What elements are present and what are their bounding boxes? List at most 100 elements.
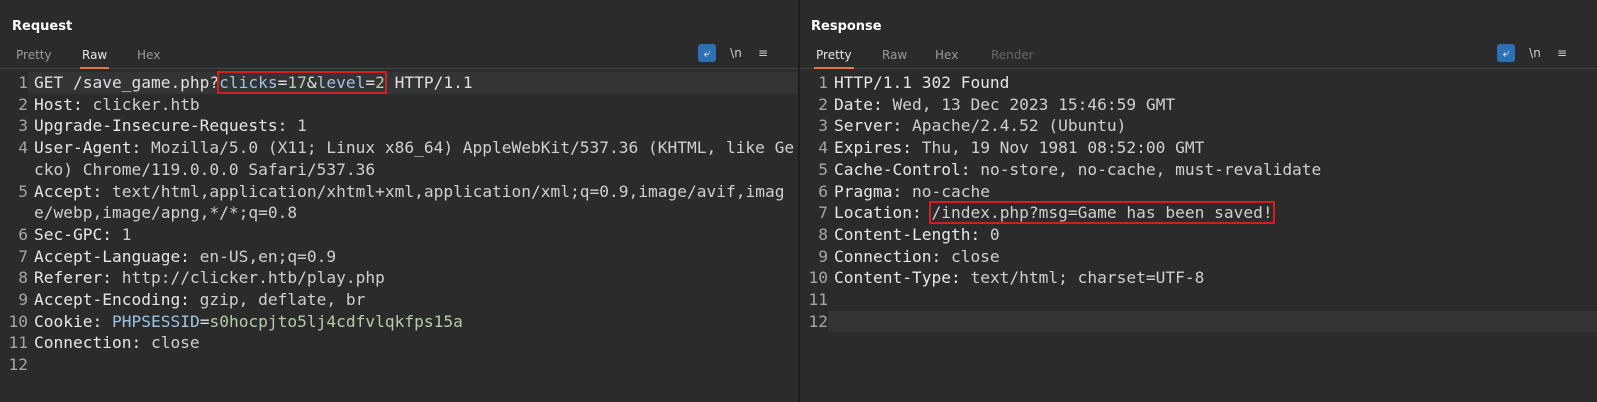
request-line: GET /save_game.php? [34,73,220,92]
line-number: 12 [8,355,29,375]
header-name: Accept-Language: [34,246,190,266]
line-number: 5 [818,159,828,179]
code-line: 7 Location: /index.php?msg=Game has been … [800,201,1597,225]
header-name: Upgrade-Insecure-Requests: [34,116,288,136]
line-number: 9 [818,246,828,266]
response-editor[interactable]: 1 HTTP/1.1 302 Found 2 Date: Wed, 13 Dec 2… [800,72,1597,402]
line-number: 7 [18,246,28,266]
header-value: 1 [111,224,132,244]
header-value: no-cache [902,181,990,201]
header-value: gzip, deflate, br [189,290,366,310]
header-name: Date: [834,94,883,114]
header-name: Server: [834,116,903,136]
request-pane: Request Pretty Raw Hex ⤶ \n ≡ 1 GET /sav… [0,0,800,402]
tab-pretty[interactable]: Pretty [14,48,54,67]
tab-pretty[interactable]: Pretty [814,48,854,69]
line-number: 10 [8,311,29,331]
tab-hex[interactable]: Hex [933,48,960,67]
line-number: 5 [18,181,28,201]
code-line: 7 Accept-Language: en-US,en;q=0.9 [0,246,798,268]
header-value: close [141,333,200,353]
header-name: Connection: [34,333,142,353]
header-name: Expires: [834,138,912,158]
tab-raw[interactable]: Raw [880,48,909,67]
param-value: 17 [287,73,307,92]
code-line: 11 [800,289,1597,311]
word-wrap-icon[interactable]: ⤶ [698,44,716,62]
header-value: no-store, no-cache, must-revalidate [970,159,1322,179]
request-tabs: Pretty Raw Hex [0,44,798,69]
tab-raw[interactable]: Raw [80,48,110,69]
code-line: 6 Sec-GPC: 1 [0,224,798,246]
protocol: HTTP/1.1 [384,73,473,92]
highlighted-location-value: /index.php?msg=Game has been saved! [929,201,1275,225]
code-line: 4 Expires: Thu, 19 Nov 1981 08:52:00 GMT [800,137,1597,159]
code-line: 4 User-Agent: Mozilla/5.0 (X11; Linux x86… [0,137,798,180]
response-tools: ⤶ \n ≡ [1497,44,1577,64]
line-number: 2 [818,94,828,114]
menu-icon[interactable]: ≡ [754,44,772,62]
header-name: Referer: [34,268,112,288]
tab-render[interactable]: Render [989,48,1036,67]
header-name: Sec-GPC: [34,224,112,244]
header-name: User-Agent: [34,138,142,158]
header-name: Accept: [34,181,103,201]
code-line: 11 Connection: close [0,332,798,354]
line-number: 11 [8,333,29,353]
code-line: 12 [0,354,798,376]
header-name: Content-Type: [834,268,961,288]
header-name: Host: [34,94,83,114]
header-value: en-US,en;q=0.9 [189,246,337,266]
code-line: 8 Referer: http://clicker.htb/play.php [0,267,798,289]
header-name: Accept-Encoding: [34,290,190,310]
code-line: 8 Content-Length: 0 [800,224,1597,246]
line-number: 6 [818,181,828,201]
line-number: 3 [818,116,828,136]
request-tools: ⤶ \n ≡ [698,44,778,64]
param-name: level [316,73,366,92]
code-line: 9 Accept-Encoding: gzip, deflate, br [0,289,798,311]
cookie-name: PHPSESSID [102,311,200,331]
header-name: Pragma: [834,181,903,201]
code-line: 1 HTTP/1.1 302 Found [800,72,1597,94]
line-number: 8 [818,224,828,244]
header-value: 1 [287,116,307,136]
header-name: Content-Length: [834,224,981,244]
line-number: 4 [818,138,828,158]
highlighted-params: clicks=17&level=2 [217,71,387,94]
cookie-value: s0hocpjto5lj4cdfvlqkfps15a [209,311,463,331]
header-value: 0 [980,224,1000,244]
header-value: clicker.htb [82,94,200,114]
menu-icon[interactable]: ≡ [1553,44,1571,62]
code-line: 9 Connection: close [800,246,1597,268]
header-value: Apache/2.4.52 (Ubuntu) [902,116,1127,136]
line-number: 6 [18,224,28,244]
line-number: 8 [18,268,28,288]
line-number: 1 [18,73,28,92]
code-line: 5 Cache-Control: no-store, no-cache, must… [800,159,1597,181]
code-line: 12 [800,310,1597,333]
code-line: 3 Upgrade-Insecure-Requests: 1 [0,115,798,137]
header-name: Cookie: [34,311,103,331]
code-line: 6 Pragma: no-cache [800,181,1597,203]
code-line: 10 Cookie: PHPSESSID=s0hocpjto5lj4cdfvlqk… [0,311,798,333]
header-value: Mozilla/5.0 (X11; Linux x86_64) AppleWeb… [34,138,795,179]
line-number: 1 [818,73,828,92]
tab-hex[interactable]: Hex [135,48,162,67]
request-editor[interactable]: 1 GET /save_game.php?clicks=17&level=2 H… [0,71,798,402]
code-line: 10 Content-Type: text/html; charset=UTF-8 [800,267,1597,289]
header-value: text/html,application/xhtml+xml,applicat… [34,181,785,223]
line-number: 10 [808,268,829,288]
code-line: 1 GET /save_game.php?clicks=17&level=2 H… [0,71,798,94]
line-number: 2 [18,94,28,114]
header-name: Cache-Control: [834,159,971,179]
newline-toggle[interactable]: \n [727,44,745,62]
word-wrap-icon[interactable]: ⤶ [1497,44,1515,62]
header-value: close [941,246,1000,266]
newline-toggle[interactable]: \n [1526,44,1544,62]
line-number: 9 [18,290,28,310]
code-line: 3 Server: Apache/2.4.52 (Ubuntu) [800,115,1597,137]
code-line: 2 Host: clicker.htb [0,94,798,116]
header-value: Wed, 13 Dec 2023 15:46:59 GMT [882,94,1176,114]
line-number: 4 [18,138,28,158]
